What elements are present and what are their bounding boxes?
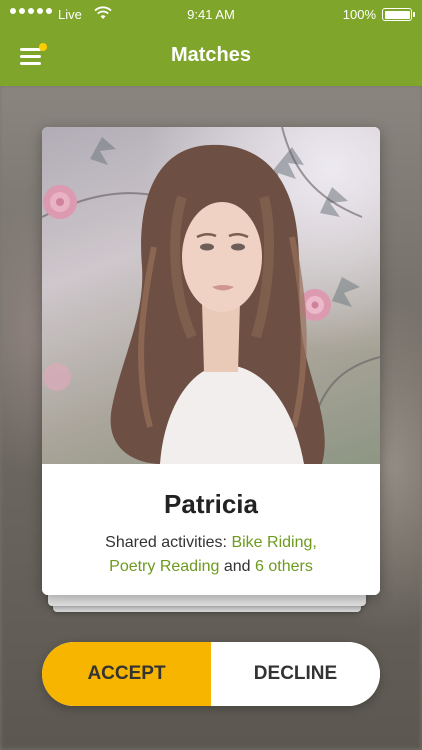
activity-separator: , <box>312 534 317 551</box>
activity-link-poetry-reading[interactable]: Poetry Reading <box>109 558 219 575</box>
match-name: Patricia <box>164 489 258 519</box>
activity-link-bike-riding[interactable]: Bike Riding <box>231 534 312 551</box>
status-bar: Live 9:41 AM 100% <box>0 0 422 30</box>
match-actions: ACCEPT DECLINE <box>42 642 380 706</box>
header-bar: Live 9:41 AM 100% Matches <box>0 0 422 86</box>
match-card[interactable]: Patricia Shared activities: Bike Riding,… <box>42 127 380 595</box>
activity-conjunction: and <box>219 558 256 575</box>
shared-activities: Shared activities: Bike Riding, Poetry Re… <box>62 531 360 579</box>
activity-link-others[interactable]: 6 others <box>255 558 313 575</box>
battery-percentage: 100% <box>342 7 376 22</box>
shared-activities-label: Shared activities: <box>105 534 232 551</box>
page-title: Matches <box>170 44 252 66</box>
profile-photo <box>42 127 380 464</box>
decline-button[interactable]: DECLINE <box>211 642 380 706</box>
battery-icon <box>382 8 415 21</box>
match-info: Patricia Shared activities: Bike Riding,… <box>42 464 380 595</box>
accept-button[interactable]: ACCEPT <box>42 642 211 706</box>
